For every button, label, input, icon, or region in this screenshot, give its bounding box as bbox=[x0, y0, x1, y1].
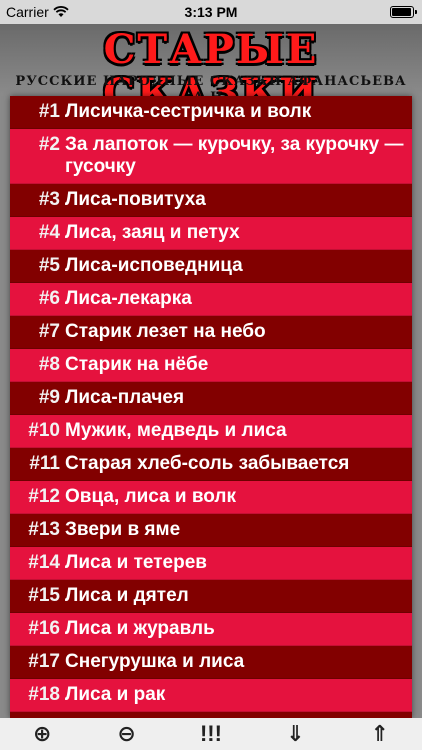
story-number: #18 bbox=[28, 684, 60, 705]
story-row[interactable]: #17 Снегурушка и лиса bbox=[10, 646, 412, 679]
story-number: #11 bbox=[29, 453, 60, 474]
zoom-out-button[interactable]: ⊖ bbox=[107, 718, 147, 750]
zoom-in-icon: ⊕ bbox=[32, 721, 52, 746]
story-row[interactable]: #7 Старик лезет на небо bbox=[10, 316, 412, 349]
story-title: Старая хлеб-соль забывается bbox=[65, 453, 350, 474]
story-row[interactable]: #12 Овца, лиса и волк bbox=[10, 481, 412, 514]
battery-icon bbox=[390, 6, 417, 18]
story-title: Старик на нёбе bbox=[65, 354, 209, 375]
story-number: #4 bbox=[38, 222, 60, 243]
arrow-down-icon: ⇓ bbox=[286, 721, 305, 746]
exclamation-icon: !!! bbox=[199, 721, 222, 746]
story-title: Лиса-повитуха bbox=[65, 189, 206, 210]
zoom-in-button[interactable]: ⊕ bbox=[22, 718, 62, 750]
story-number: #12 bbox=[28, 486, 60, 507]
story-list[interactable]: #1 Лисичка-сестричка и волк #2 За лапоток —… bbox=[10, 96, 412, 718]
story-number: #8 bbox=[38, 354, 60, 375]
story-row[interactable]: #6 Лиса-лекарка bbox=[10, 283, 412, 316]
menu-button[interactable]: !!! bbox=[191, 718, 231, 750]
story-number: #7 bbox=[38, 321, 60, 342]
status-bar: Carrier 3:13 PM bbox=[0, 0, 422, 24]
story-row[interactable]: #15 Лиса и дятел bbox=[10, 580, 412, 613]
bottom-toolbar: ⊕ ⊖ !!! ⇓ ⇑ bbox=[0, 718, 422, 750]
story-row[interactable]: #10 Мужик, медведь и лиса bbox=[10, 415, 412, 448]
story-row[interactable]: #5 Лиса-исповедница bbox=[10, 250, 412, 283]
scroll-down-button[interactable]: ⇓ bbox=[275, 718, 315, 750]
story-number: #5 bbox=[38, 255, 60, 276]
story-title: Звери в яме bbox=[65, 519, 181, 540]
status-time: 3:13 PM bbox=[184, 4, 238, 20]
story-title: Мужик, медведь и лиса bbox=[65, 420, 287, 441]
story-number: #2 bbox=[38, 134, 60, 155]
story-row[interactable]: #8 Старик на нёбе bbox=[10, 349, 412, 382]
story-title: Лиса и рак bbox=[65, 684, 166, 705]
story-number: #1 bbox=[38, 101, 60, 122]
story-row[interactable]: #18 Лиса и рак bbox=[10, 679, 412, 712]
story-title: Лиса-плачея bbox=[65, 387, 185, 408]
story-title: Лиса-лекарка bbox=[65, 288, 192, 309]
story-number: #15 bbox=[28, 585, 60, 606]
story-row[interactable]: #13 Звери в яме bbox=[10, 514, 412, 547]
story-row[interactable]: #14 Лиса и тетерев bbox=[10, 547, 412, 580]
story-number: #9 bbox=[38, 387, 60, 408]
story-title: Лиса и тетерев bbox=[65, 552, 207, 573]
story-title: Лиса и дятел bbox=[65, 585, 189, 606]
app-header: СТАРЫЕ СКАЗКИ РУССКИЕ НАРОДНЫЕ СКАЗКИ АФ… bbox=[0, 24, 422, 116]
story-row[interactable]: #11 Старая хлеб-соль забывается bbox=[10, 448, 412, 481]
story-title: Лиса, заяц и петух bbox=[65, 222, 240, 243]
story-number: #10 bbox=[28, 420, 60, 441]
story-number: #3 bbox=[38, 189, 60, 210]
story-number: #17 bbox=[28, 651, 60, 672]
story-title: Старик лезет на небо bbox=[65, 321, 266, 342]
story-title: Лисичка-сестричка и волк bbox=[65, 101, 312, 122]
story-title: Лиса и журавль bbox=[65, 618, 215, 639]
story-title: Лиса-исповедница bbox=[65, 255, 243, 276]
story-row[interactable]: #9 Лиса-плачея bbox=[10, 382, 412, 415]
story-title: Овца, лиса и волк bbox=[65, 486, 236, 507]
story-row[interactable]: #1 Лисичка-сестричка и волк bbox=[10, 96, 412, 129]
story-title: Снегурушка и лиса bbox=[65, 651, 245, 672]
scroll-up-button[interactable]: ⇑ bbox=[360, 718, 400, 750]
story-number: #16 bbox=[28, 618, 60, 639]
story-row[interactable]: #2 За лапоток — курочку, за курочку — гус… bbox=[10, 129, 412, 184]
story-title: За лапоток — курочку, за курочку — гусоч… bbox=[65, 134, 404, 177]
story-row[interactable]: #16 Лиса и журавль bbox=[10, 613, 412, 646]
story-number: #14 bbox=[28, 552, 60, 573]
story-number: #6 bbox=[38, 288, 60, 309]
battery-fill bbox=[392, 8, 411, 16]
story-number: #13 bbox=[28, 519, 60, 540]
story-row[interactable]: #3 Лиса-повитуха bbox=[10, 184, 412, 217]
zoom-out-icon: ⊖ bbox=[117, 721, 136, 746]
story-row[interactable]: #4 Лиса, заяц и петух bbox=[10, 217, 412, 250]
arrow-up-icon: ⇑ bbox=[370, 721, 389, 746]
